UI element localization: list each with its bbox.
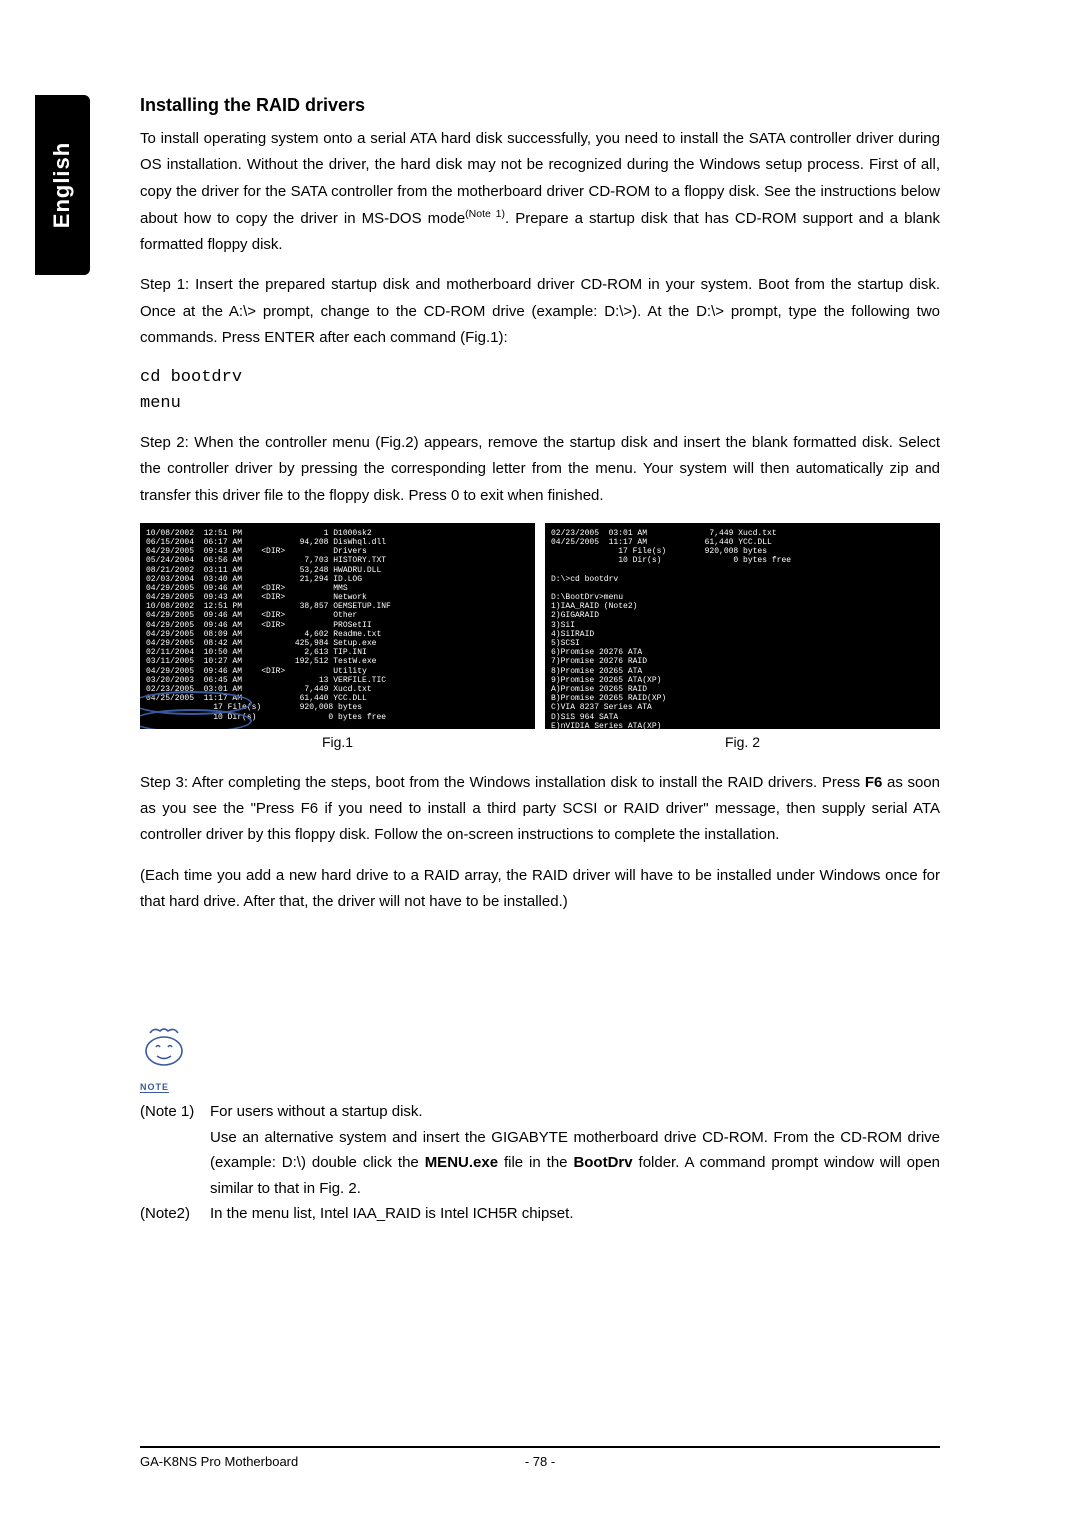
page-footer: GA-K8NS Pro Motherboard - 78 -: [140, 1446, 940, 1469]
command-block: cd bootdrv menu: [140, 365, 940, 416]
note-row-1b: Use an alternative system and insert the…: [140, 1125, 940, 1202]
cmd-cd: cd bootdrv: [140, 365, 940, 391]
note-label: NOTE: [140, 1082, 169, 1093]
note1-line2: Use an alternative system and insert the…: [210, 1125, 940, 1202]
caption-fig2: Fig. 2: [545, 734, 940, 750]
page-content: Installing the RAID drivers To install o…: [140, 95, 940, 1227]
terminal-row: 10/08/2002 12:51 PM 1 D1000sk2 06/15/200…: [140, 523, 940, 729]
note1-line1: For users without a startup disk.: [210, 1099, 940, 1125]
note1-key: (Note 1): [140, 1099, 210, 1125]
section-heading: Installing the RAID drivers: [140, 95, 940, 116]
note2-key: (Note2): [140, 1201, 210, 1227]
paragraph-note-array: (Each time you add a new hard drive to a…: [140, 863, 940, 916]
terminal-fig1: 10/08/2002 12:51 PM 1 D1000sk2 06/15/200…: [140, 523, 535, 729]
language-label: English: [50, 142, 76, 228]
paragraph-intro: To install operating system onto a seria…: [140, 126, 940, 258]
cmd-menu: menu: [140, 391, 940, 417]
note1b-mid: file in the: [498, 1154, 573, 1171]
note-row-1: (Note 1) For users without a startup dis…: [140, 1099, 940, 1125]
step3-f6: F6: [865, 774, 883, 791]
note-spacer: [140, 1125, 210, 1202]
note-row-2: (Note2) In the menu list, Intel IAA_RAID…: [140, 1201, 940, 1227]
note-ref-1: (Note 1): [465, 208, 505, 220]
note2-text: In the menu list, Intel IAA_RAID is Inte…: [210, 1201, 940, 1227]
notes-list: (Note 1) For users without a startup dis…: [140, 1099, 940, 1227]
terminal-fig2: 02/23/2005 03:01 AM 7,449 Xucd.txt 04/25…: [545, 523, 940, 729]
paragraph-step3: Step 3: After completing the steps, boot…: [140, 770, 940, 849]
paragraph-step1: Step 1: Insert the prepared startup disk…: [140, 272, 940, 351]
paragraph-step2: Step 2: When the controller menu (Fig.2)…: [140, 430, 940, 509]
note-block: NOTE (Note 1) For users without a startu…: [140, 1025, 940, 1227]
terminal1-text: 10/08/2002 12:51 PM 1 D1000sk2 06/15/200…: [146, 529, 391, 729]
language-tab: English: [35, 95, 90, 275]
terminal2-text: 02/23/2005 03:01 AM 7,449 Xucd.txt 04/25…: [551, 529, 791, 729]
caption-row: Fig.1 Fig. 2: [140, 734, 940, 750]
caption-fig1: Fig.1: [140, 734, 535, 750]
note-face-icon: [140, 1025, 188, 1073]
footer-right: [673, 1454, 940, 1469]
footer-page-number: - 78 -: [407, 1454, 674, 1469]
note1b-bold1: MENU.exe: [425, 1154, 498, 1171]
step3-a: Step 3: After completing the steps, boot…: [140, 774, 865, 791]
footer-left: GA-K8NS Pro Motherboard: [140, 1454, 407, 1469]
note1b-bold2: BootDrv: [573, 1154, 632, 1171]
